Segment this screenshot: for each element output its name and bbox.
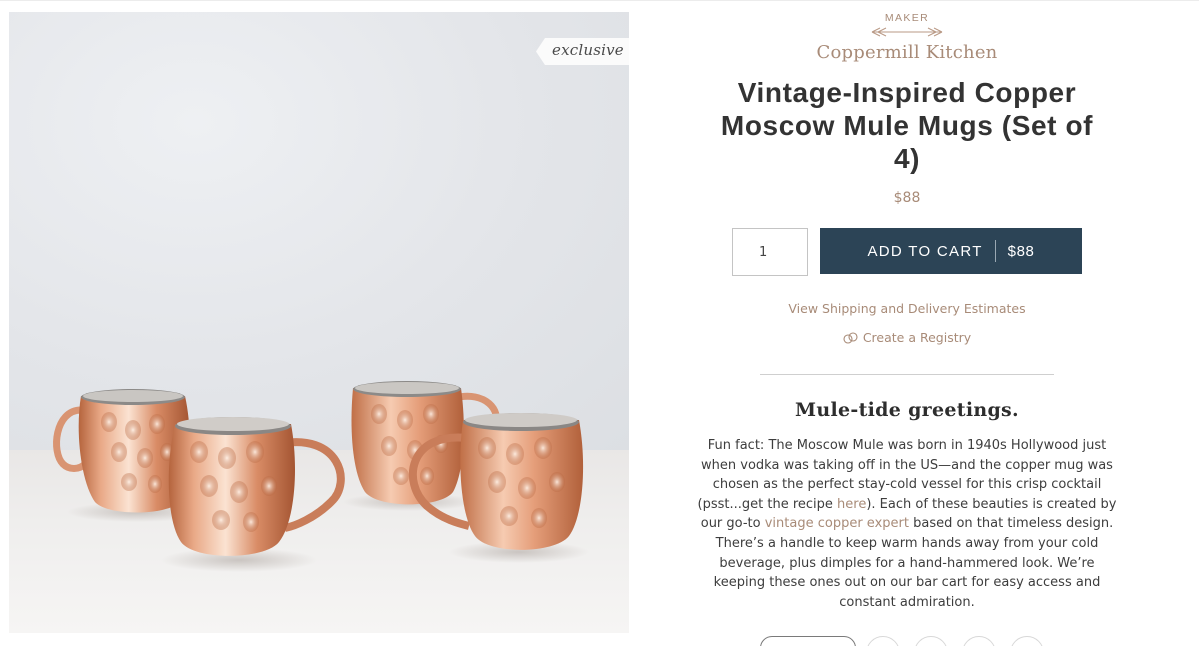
add-to-cart-price: $88: [1007, 242, 1035, 260]
arrow-ornament-icon: [871, 27, 943, 37]
share-button-4[interactable]: [1010, 636, 1044, 646]
button-separator: [994, 240, 996, 262]
top-border: [0, 0, 1199, 1]
recipe-link[interactable]: here: [837, 497, 866, 512]
below-fold-controls: [760, 636, 1080, 646]
create-registry-link[interactable]: Create a Registry: [660, 330, 1154, 345]
vintage-copper-expert-link[interactable]: vintage copper expert: [765, 516, 909, 531]
maker-label: MAKER: [884, 12, 930, 24]
create-registry-label: Create a Registry: [862, 330, 972, 345]
copper-mugs-illustration: [53, 381, 589, 572]
add-to-cart-label: ADD TO CART: [867, 242, 983, 260]
maker-name-link[interactable]: Coppermill Kitchen: [660, 42, 1154, 63]
share-button-1[interactable]: [866, 636, 900, 646]
story-headline: Mule-tide greetings.: [795, 399, 1019, 421]
product-title-line-1: Vintage-Inspired Copper: [737, 77, 1077, 108]
exclusive-badge: exclusive: [536, 38, 629, 65]
product-image[interactable]: [9, 12, 629, 633]
add-to-cart-button[interactable]: ADD TO CART $88: [820, 228, 1082, 274]
exclusive-badge-label: exclusive: [552, 41, 624, 59]
product-price: $88: [893, 190, 921, 206]
share-button-3[interactable]: [962, 636, 996, 646]
share-button-2[interactable]: [914, 636, 948, 646]
product-title: Vintage-Inspired Copper Moscow Mule Mugs…: [707, 76, 1107, 175]
quantity-input[interactable]: 1: [732, 228, 808, 276]
product-title-line-2: Moscow Mule Mugs (Set of: [720, 110, 1094, 141]
details-tab-button[interactable]: [760, 636, 856, 646]
product-title-line-3: 4): [893, 143, 921, 174]
section-divider: [760, 374, 1054, 375]
product-description: Fun fact: The Moscow Mule was born in 19…: [692, 436, 1122, 612]
registry-rings-icon: [843, 331, 858, 344]
shipping-estimates-link[interactable]: View Shipping and Delivery Estimates: [660, 301, 1154, 316]
